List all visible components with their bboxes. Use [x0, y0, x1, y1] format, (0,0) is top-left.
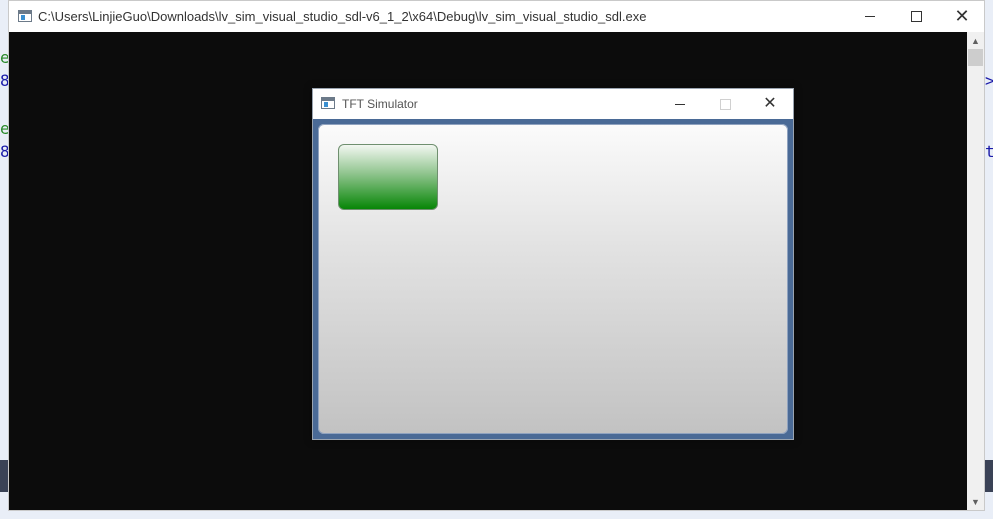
minimize-button[interactable] [657, 89, 703, 119]
background-window-strip [0, 460, 8, 492]
close-button[interactable]: ✕ [939, 1, 985, 32]
tft-display-frame [313, 119, 793, 439]
bg-fragment: t [985, 142, 993, 161]
console-app-icon [18, 10, 32, 22]
bg-fragment: > [985, 71, 993, 90]
tft-window-title: TFT Simulator [342, 97, 418, 111]
tft-simulator-window: TFT Simulator ✕ [312, 88, 794, 440]
tft-screen[interactable] [318, 124, 788, 434]
scroll-up-icon[interactable]: ▲ [967, 32, 984, 49]
app-icon [321, 97, 335, 109]
desktop: e 8 e 8 > t C:\Users\LinjieGuo\Downloads… [0, 0, 993, 519]
green-button[interactable] [338, 144, 438, 210]
vertical-scrollbar[interactable]: ▲ ▼ [967, 32, 984, 510]
close-button[interactable]: ✕ [747, 89, 793, 119]
tft-titlebar[interactable]: TFT Simulator ✕ [313, 89, 793, 119]
maximize-button[interactable] [702, 89, 748, 119]
maximize-button[interactable] [893, 1, 939, 32]
scroll-thumb[interactable] [968, 49, 983, 66]
console-titlebar[interactable]: C:\Users\LinjieGuo\Downloads\lv_sim_visu… [9, 1, 984, 32]
console-window-title: C:\Users\LinjieGuo\Downloads\lv_sim_visu… [38, 9, 647, 24]
minimize-button[interactable] [847, 1, 893, 32]
background-window-strip [985, 460, 993, 492]
scroll-down-icon[interactable]: ▼ [967, 493, 984, 510]
